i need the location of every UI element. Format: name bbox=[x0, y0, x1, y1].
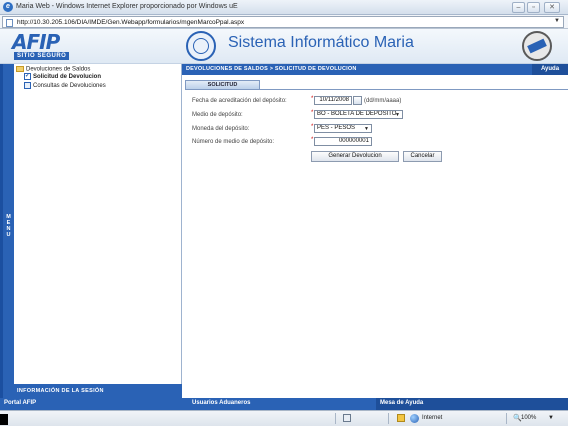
minimize-button[interactable]: – bbox=[512, 2, 525, 13]
calendar-icon[interactable] bbox=[353, 96, 362, 105]
fecha-format-hint: (dd/mm/aaaa) bbox=[364, 98, 402, 104]
close-button[interactable]: ✕ bbox=[544, 2, 560, 13]
check-icon: ✓ bbox=[24, 73, 31, 80]
aduana-badge-icon bbox=[522, 31, 552, 61]
internet-explorer-icon: e bbox=[3, 2, 13, 12]
generar-devolucion-button[interactable]: Generar Devolucion bbox=[311, 151, 399, 162]
help-link[interactable]: Ayuda bbox=[532, 64, 568, 75]
app-header: AFIP SITIO SEGURO Sistema Informático Ma… bbox=[0, 29, 568, 64]
numero-input[interactable]: 000000001 bbox=[314, 137, 372, 146]
afip-logo: AFIP SITIO SEGURO bbox=[12, 30, 92, 63]
globe-icon bbox=[410, 414, 419, 423]
menu-toggle-strip[interactable]: MENU bbox=[3, 64, 14, 398]
moneda-label: Moneda del depósito: bbox=[192, 126, 250, 132]
chevron-down-icon: ▼ bbox=[364, 126, 369, 132]
numero-label: Número de medio de depósito: bbox=[192, 139, 275, 145]
status-separator bbox=[335, 413, 336, 424]
status-separator bbox=[388, 413, 389, 424]
medio-select-value: BO - BOLETA DE DEPOSITO bbox=[317, 111, 397, 117]
required-mark: * bbox=[311, 110, 314, 116]
footer-link-mesa[interactable]: Mesa de Ayuda bbox=[380, 400, 423, 406]
breadcrumb-bar: DEVOLUCIONES DE SALDOS > SOLICITUD DE DE… bbox=[182, 64, 568, 75]
chevron-down-icon: ▼ bbox=[395, 112, 400, 118]
session-info-bar[interactable]: INFORMACIÓN DE LA SESIÓN bbox=[14, 384, 182, 398]
menu-label: MENU bbox=[4, 214, 13, 238]
moneda-select[interactable]: PES - PESOS ▼ bbox=[314, 124, 372, 133]
main-content bbox=[182, 75, 568, 398]
footer-link-usuarios[interactable]: Usuarios Aduaneros bbox=[192, 400, 250, 406]
status-corner bbox=[0, 414, 8, 425]
seal-icon bbox=[186, 31, 216, 61]
url-text: http://10.30.205.106/DIA/IMDE/Gen.Webapp… bbox=[17, 19, 245, 26]
required-mark: * bbox=[311, 124, 314, 130]
fecha-label: Fecha de acreditación del depósito: bbox=[192, 98, 287, 104]
chevron-down-icon[interactable]: ▼ bbox=[548, 415, 554, 421]
tree-item-devoluciones[interactable]: Devoluciones de Saldos bbox=[16, 66, 90, 73]
moneda-select-value: PES - PESOS bbox=[317, 125, 356, 131]
tree-item-label: Consultas de Devoluciones bbox=[33, 83, 106, 90]
tree-item-label: Solicitud de Devolucion bbox=[33, 74, 102, 81]
page-icon bbox=[6, 19, 13, 27]
menu-label-text: MENU bbox=[6, 214, 11, 238]
required-mark: * bbox=[311, 96, 314, 102]
footer-link-portal[interactable]: Portal AFIP bbox=[4, 400, 36, 406]
fecha-input[interactable]: 10/11/2008 bbox=[314, 96, 352, 105]
tab-divider bbox=[185, 89, 568, 90]
logo-text: AFIP bbox=[12, 30, 60, 54]
status-separator bbox=[506, 413, 507, 424]
required-mark: * bbox=[311, 137, 314, 143]
window-titlebar: e Maria Web - Windows Internet Explorer … bbox=[0, 0, 568, 15]
page-status-icon bbox=[343, 414, 351, 422]
tree-item-solicitud[interactable]: ✓ Solicitud de Devolucion bbox=[24, 73, 101, 80]
app-title: Sistema Informático Maria bbox=[228, 34, 414, 51]
cancel-button[interactable]: Cancelar bbox=[403, 151, 442, 162]
document-icon bbox=[24, 82, 31, 89]
breadcrumb: DEVOLUCIONES DE SALDOS > SOLICITUD DE DE… bbox=[186, 66, 357, 72]
navigation-tree: Devoluciones de Saldos ✓ Solicitud de Dev… bbox=[14, 64, 182, 384]
security-icon bbox=[397, 414, 405, 422]
chevron-down-icon[interactable]: ▼ bbox=[554, 18, 560, 24]
zoom-level[interactable]: 100% bbox=[521, 415, 536, 421]
window-title: Maria Web - Windows Internet Explorer pr… bbox=[16, 3, 238, 10]
restore-button[interactable]: ▫ bbox=[527, 2, 540, 13]
medio-label: Medio de depósito: bbox=[192, 112, 243, 118]
folder-icon bbox=[16, 66, 24, 72]
logo-subtitle: SITIO SEGURO bbox=[14, 52, 70, 60]
zone-text: Internet bbox=[422, 415, 443, 421]
medio-select[interactable]: BO - BOLETA DE DEPOSITO ▼ bbox=[314, 110, 403, 119]
url-field[interactable]: http://10.30.205.106/DIA/IMDE/Gen.Webapp… bbox=[2, 16, 564, 28]
address-bar: http://10.30.205.106/DIA/IMDE/Gen.Webapp… bbox=[0, 15, 568, 29]
tree-item-label: Devoluciones de Saldos bbox=[26, 66, 91, 73]
tree-item-consultas[interactable]: Consultas de Devoluciones bbox=[24, 82, 106, 89]
browser-statusbar: Internet 🔍 100% ▼ bbox=[0, 410, 568, 426]
